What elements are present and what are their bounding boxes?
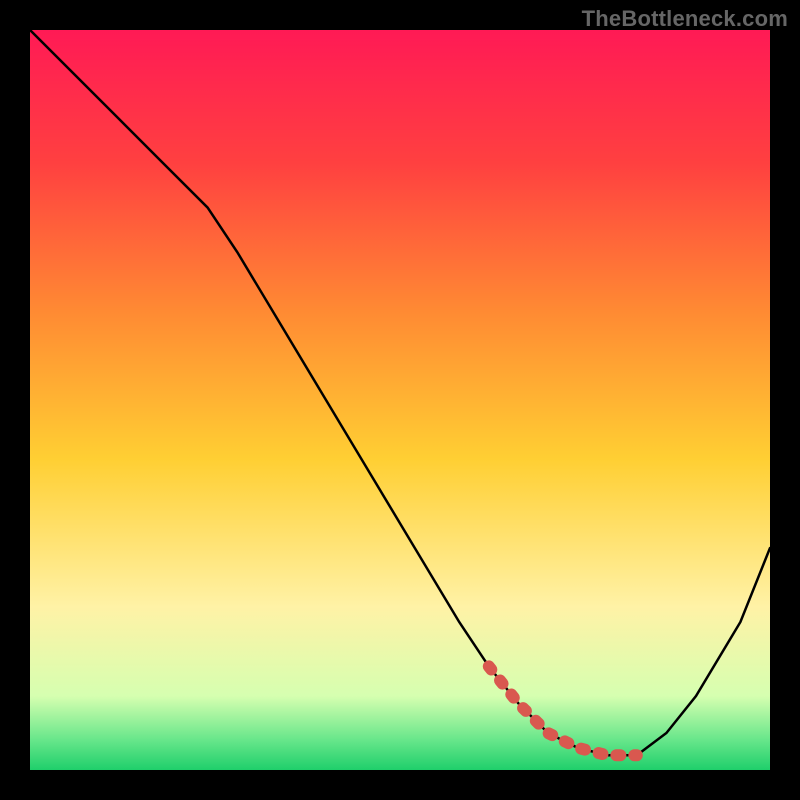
chart-plot-area	[30, 30, 770, 770]
chart-svg	[30, 30, 770, 770]
watermark-text: TheBottleneck.com	[582, 6, 788, 32]
